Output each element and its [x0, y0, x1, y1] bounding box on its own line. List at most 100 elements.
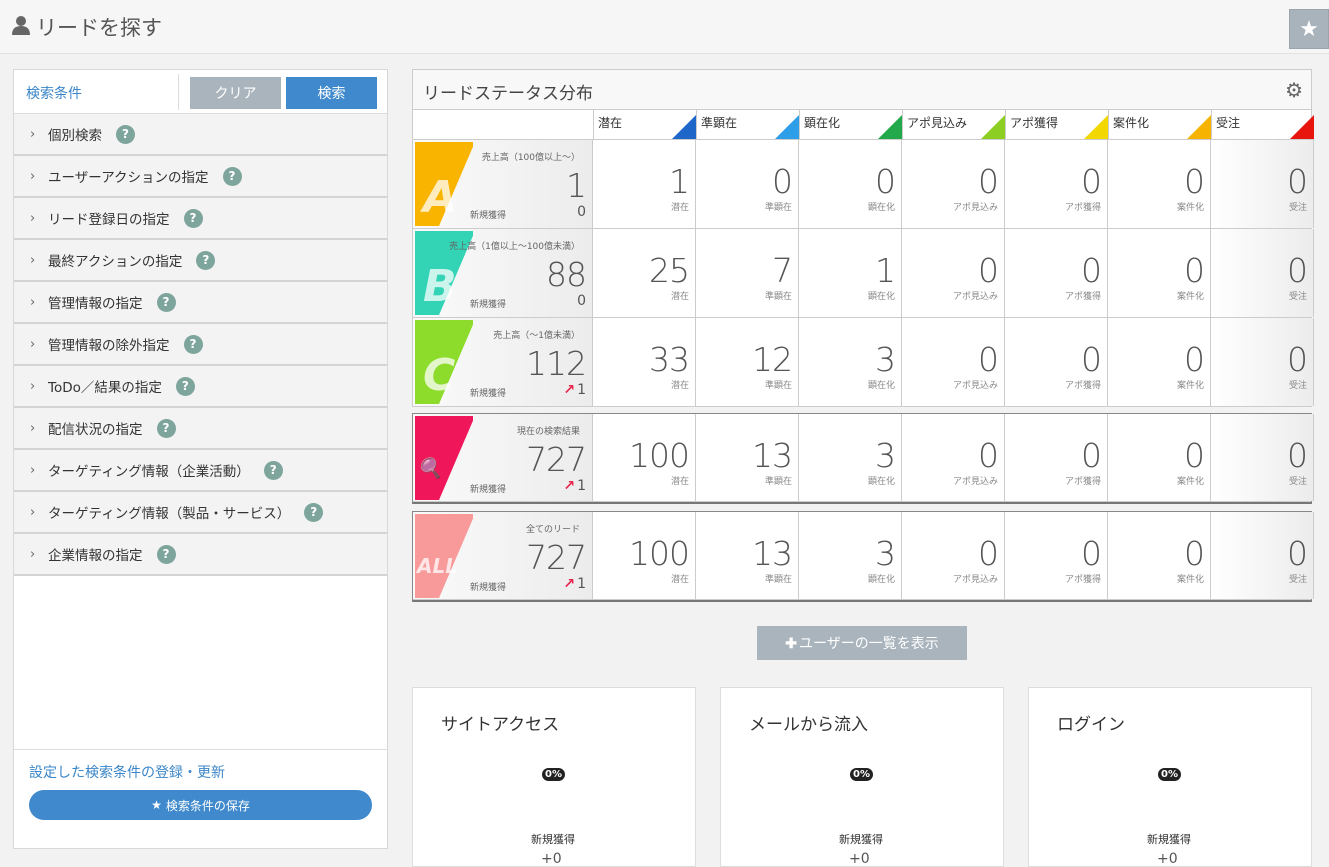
help-icon[interactable]: ?: [156, 292, 176, 312]
status-count-label: 受注: [1288, 292, 1307, 302]
status-count-cell[interactable]: 0 アポ獲得: [1005, 229, 1108, 317]
status-count: 0: [1287, 251, 1308, 290]
status-count-cell[interactable]: 0 受注: [1211, 140, 1314, 228]
status-count-cell[interactable]: 1 潜在: [593, 140, 696, 228]
status-count-cell[interactable]: 13 準顕在: [696, 512, 799, 599]
search-condition-item[interactable]: › ユーザーアクションの指定?: [14, 156, 387, 198]
status-count-cell[interactable]: 3 顕在化: [799, 512, 902, 599]
rank-letter: ALL: [417, 554, 458, 578]
rank-total[interactable]: 112: [526, 344, 587, 383]
column-header: 潜在: [593, 110, 696, 140]
page-title: リードを探す: [12, 12, 162, 42]
help-icon[interactable]: ?: [183, 208, 203, 228]
status-count-cell[interactable]: 0 案件化: [1108, 512, 1211, 599]
status-count-cell[interactable]: 0 案件化: [1108, 318, 1211, 406]
status-row[interactable]: C 売上高（～1億未満） 112 新規獲得 ↗ 1 33 潜在 12 準顕在 3 顕在化 0 アポ見込み 0…: [413, 318, 1314, 407]
favorite-star-button[interactable]: ★: [1289, 9, 1329, 49]
status-count-cell[interactable]: 0 アポ見込み: [902, 512, 1005, 599]
metric-card: メールから流入 0% 新規獲得 +0: [720, 687, 1004, 867]
status-row[interactable]: A 売上高（100億以上～） 1 新規獲得 0 1 潜在 0 準顕在 0 顕在化 0 アポ見込み 0 アポ獲…: [413, 140, 1314, 229]
status-count-cell[interactable]: 12 準顕在: [696, 318, 799, 406]
status-count-cell[interactable]: 0 アポ獲得: [1005, 512, 1108, 599]
search-condition-item[interactable]: › 管理情報の除外指定?: [14, 324, 387, 366]
status-count-cell[interactable]: 0 アポ見込み: [902, 414, 1005, 501]
status-row[interactable]: ALL 全てのリード 727 新規獲得 ↗ 1 100 潜在 13 準顕在 3 顕在化 0 アポ見込み 0 ア…: [413, 512, 1314, 600]
status-count-cell[interactable]: 0 顕在化: [799, 140, 902, 228]
status-count-cell[interactable]: 0 案件化: [1108, 140, 1211, 228]
help-icon[interactable]: ?: [175, 376, 195, 396]
status-count: 0: [1081, 162, 1102, 201]
status-count-cell[interactable]: 0 アポ見込み: [902, 318, 1005, 406]
status-count-label: アポ見込み: [952, 203, 998, 213]
search-panel-footer: 設定した検索条件の登録・更新 ★ 検索条件の保存: [14, 749, 387, 849]
help-icon[interactable]: ?: [183, 334, 203, 354]
search-condition-item[interactable]: › 個別検索?: [14, 114, 387, 156]
status-count-cell[interactable]: 0 アポ見込み: [902, 229, 1005, 317]
status-count: 0: [1287, 534, 1308, 573]
status-count-cell[interactable]: 0 受注: [1211, 229, 1314, 317]
show-users-button[interactable]: ✚ ユーザーの一覧を表示: [757, 626, 967, 660]
clear-button[interactable]: クリア: [190, 77, 281, 109]
rank-total[interactable]: 88: [546, 255, 587, 294]
search-condition-item[interactable]: › ToDo／結果の指定?: [14, 366, 387, 408]
status-count-cell[interactable]: 33 潜在: [593, 318, 696, 406]
status-count-cell[interactable]: 0 受注: [1211, 318, 1314, 406]
search-conditions-label: 検索条件: [26, 86, 82, 102]
help-icon[interactable]: ?: [222, 166, 242, 186]
status-count-cell[interactable]: 0 案件化: [1108, 229, 1211, 317]
metric-card-title: ログイン: [1057, 715, 1125, 735]
status-count-cell[interactable]: 25 潜在: [593, 229, 696, 317]
rank-total[interactable]: 727: [526, 440, 587, 479]
column-header-blank: [413, 110, 593, 140]
status-count-cell[interactable]: 0 アポ獲得: [1005, 414, 1108, 501]
status-count-cell[interactable]: 0 準顕在: [696, 140, 799, 228]
rank-total[interactable]: 727: [526, 538, 587, 577]
search-condition-item[interactable]: › 配信状況の指定?: [14, 408, 387, 450]
summary-row-box: ALL 全てのリード 727 新規獲得 ↗ 1 100 潜在 13 準顕在 3 顕在化 0 アポ見込み 0 ア…: [412, 511, 1314, 602]
search-condition-item[interactable]: › 企業情報の指定?: [14, 534, 387, 576]
status-count-cell[interactable]: 1 顕在化: [799, 229, 902, 317]
status-count-cell[interactable]: 0 案件化: [1108, 414, 1211, 501]
new-acquired-value: ↗ 1: [563, 478, 586, 494]
help-icon[interactable]: ?: [263, 460, 283, 480]
status-count-cell[interactable]: 3 顕在化: [799, 414, 902, 501]
status-count-cell[interactable]: 100 潜在: [593, 512, 696, 599]
help-icon[interactable]: ?: [196, 250, 216, 270]
search-condition-label: 企業情報の指定: [48, 548, 143, 564]
status-count-cell[interactable]: 100 潜在: [593, 414, 696, 501]
status-count-label: アポ獲得: [1064, 203, 1101, 213]
status-corner-marker: [1290, 115, 1314, 139]
save-conditions-button[interactable]: ★ 検索条件の保存: [29, 790, 372, 820]
status-count: 33: [649, 340, 690, 379]
star-icon: ★: [1299, 16, 1319, 42]
status-count: 0: [978, 251, 999, 290]
search-button[interactable]: 検索: [286, 77, 377, 109]
status-count-cell[interactable]: 0 アポ獲得: [1005, 140, 1108, 228]
status-count-cell[interactable]: 7 準顕在: [696, 229, 799, 317]
status-count-cell[interactable]: 0 受注: [1211, 414, 1314, 501]
search-condition-item[interactable]: › 最終アクションの指定?: [14, 240, 387, 282]
search-condition-item[interactable]: › ターゲティング情報（製品・サービス）?: [14, 492, 387, 534]
gear-icon[interactable]: ⚙: [1285, 78, 1303, 102]
column-header: 準顕在: [696, 110, 799, 140]
status-row[interactable]: 🔍 現在の検索結果 727 新規獲得 ↗ 1 100 潜在 13 準顕在 3 顕在化 0 アポ見込み 0 アポ…: [413, 414, 1314, 502]
status-count: 0: [978, 534, 999, 573]
status-count-cell[interactable]: 0 アポ獲得: [1005, 318, 1108, 406]
status-count-label: 案件化: [1176, 203, 1204, 213]
help-icon[interactable]: ?: [156, 418, 176, 438]
search-condition-item[interactable]: › リード登録日の指定?: [14, 198, 387, 240]
status-count-cell[interactable]: 0 受注: [1211, 512, 1314, 599]
register-conditions-link[interactable]: 設定した検索条件の登録・更新: [29, 762, 225, 782]
status-count-cell[interactable]: 13 準顕在: [696, 414, 799, 501]
help-icon[interactable]: ?: [304, 502, 324, 522]
status-row[interactable]: B 売上高（1億以上～100億未満） 88 新規獲得 0 25 潜在 7 準顕在 1 顕在化 0 アポ見…: [413, 229, 1314, 318]
rank-total[interactable]: 1: [566, 166, 587, 205]
status-count-cell[interactable]: 3 顕在化: [799, 318, 902, 406]
help-icon[interactable]: ?: [116, 124, 135, 144]
status-count-cell[interactable]: 0 アポ見込み: [902, 140, 1005, 228]
search-condition-item[interactable]: › 管理情報の指定?: [14, 282, 387, 324]
metric-new-label: 新規獲得: [531, 833, 575, 846]
chevron-right-icon: ›: [30, 462, 36, 478]
search-condition-item[interactable]: › ターゲティング情報（企業活動）?: [14, 450, 387, 492]
help-icon[interactable]: ?: [156, 544, 176, 564]
